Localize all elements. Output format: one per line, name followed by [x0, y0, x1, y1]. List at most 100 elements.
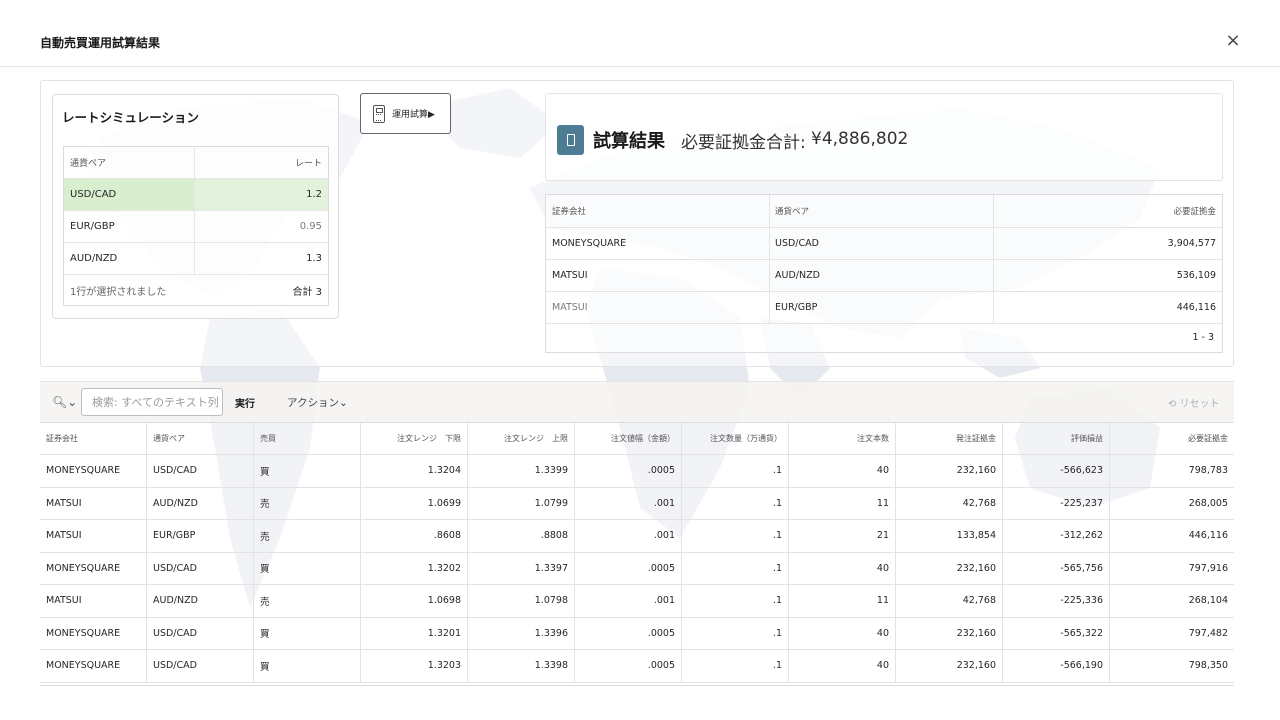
column-header-pair[interactable]: 通貨ペア	[770, 195, 994, 227]
range-high-cell: .8808	[468, 520, 575, 552]
pair-cell: USD/CAD	[147, 617, 254, 649]
rate-row[interactable]: AUD/NZD 1.3	[64, 243, 328, 275]
table-row[interactable]: MONEYSQUARE USD/CAD 買 1.3202 1.3397.0005.1 40…	[40, 552, 1234, 585]
order-count-cell: 40	[789, 455, 896, 487]
required-margin-cell: 446,116	[1188, 530, 1228, 542]
order-width-cell: .0005	[575, 617, 682, 649]
order-margin-cell: 232,160	[896, 552, 1003, 584]
order-margin-cell: 232,160	[896, 650, 1003, 682]
search-input[interactable]	[81, 388, 223, 416]
unrealized-pl-cell: -225,336	[1003, 585, 1110, 617]
range-high-cell: 1.3398	[468, 650, 575, 682]
order-width-cell: .0005	[575, 552, 682, 584]
table-row[interactable]: MONEYSQUARE USD/CAD 買 1.3203 1.3398.0005.1 40…	[40, 650, 1234, 683]
pair-cell: AUD/NZD	[147, 585, 254, 617]
result-summary-card: 試算結果 必要証拠金合計: ¥4,886,802	[545, 93, 1223, 181]
table-row[interactable]: MATSUI EUR/GBP 売 .8608.8808.001.1 21 133,854-…	[40, 520, 1234, 553]
table-row[interactable]: MONEYSQUARE USD/CAD 3,904,577	[546, 228, 1222, 260]
table-row[interactable]: MATSUI AUD/NZD 536,109	[546, 260, 1222, 292]
order-width-cell: .001	[575, 585, 682, 617]
calculator-icon	[373, 104, 385, 123]
column-header-pair[interactable]: 通貨ペア	[64, 147, 195, 178]
column-header-required-margin[interactable]: 必要証拠金	[1110, 423, 1234, 454]
pair-cell: AUD/NZD	[147, 487, 254, 519]
pagination-range: 1 - 3	[1192, 332, 1214, 343]
order-qty-cell: .1	[682, 520, 789, 552]
side-cell: 売	[254, 487, 361, 519]
column-header-broker[interactable]: 証券会社	[40, 423, 147, 454]
result-title: 試算結果	[593, 131, 665, 152]
table-row[interactable]: MATSUI AUD/NZD 売 1.0698 1.0798.001.1 11 42,768…	[40, 585, 1234, 618]
broker-cell: MATSUI	[40, 487, 147, 519]
unrealized-pl-cell: -312,262	[1003, 520, 1110, 552]
pair-cell: EUR/GBP	[770, 292, 994, 323]
rate-row[interactable]: USD/CAD 1.2	[64, 179, 328, 211]
rate-pair-cell[interactable]: USD/CAD	[64, 179, 195, 210]
broker-cell: MONEYSQUARE	[40, 650, 147, 682]
selection-status: 1行が選択されました	[70, 286, 167, 298]
dialog: 自動売買運用試算結果 × レートシミュレーション 通貨ペア レート USD/CA…	[0, 0, 1280, 720]
column-header-order-count[interactable]: 注文本数	[789, 423, 896, 454]
margin-cell: 3,904,577	[1167, 238, 1216, 249]
column-header-pair[interactable]: 通貨ペア	[147, 423, 254, 454]
range-low-cell: 1.0698	[361, 585, 468, 617]
unrealized-pl-cell: -225,237	[1003, 487, 1110, 519]
rate-table-header: 通貨ペア レート	[64, 147, 328, 179]
column-header-margin[interactable]: 必要証拠金	[994, 195, 1222, 227]
required-margin-cell: 798,783	[1188, 465, 1228, 477]
rate-value-cell[interactable]: 0.95	[195, 211, 328, 242]
rate-table: 通貨ペア レート USD/CAD 1.2 EUR/GBP 0.95 AUD/NZ…	[63, 146, 329, 306]
column-header-broker[interactable]: 証券会社	[546, 195, 770, 227]
pair-cell: EUR/GBP	[147, 520, 254, 552]
rate-value-cell[interactable]: 1.3	[195, 243, 328, 274]
range-high-cell: 1.0798	[468, 585, 575, 617]
order-qty-cell: .1	[682, 650, 789, 682]
column-header-rate[interactable]: レート	[195, 147, 328, 178]
broker-cell: MATSUI	[40, 520, 147, 552]
table-row[interactable]: MONEYSQUARE USD/CAD 買 1.3201 1.3396.0005.1 40…	[40, 617, 1234, 650]
column-header-order-width[interactable]: 注文値幅（金額）	[575, 423, 682, 454]
order-qty-cell: .1	[682, 455, 789, 487]
broker-cell: MONEYSQUARE	[40, 552, 147, 584]
column-header-range-high[interactable]: 注文レンジ 上限	[468, 423, 575, 454]
order-count-cell: 21	[789, 520, 896, 552]
rate-pair-cell[interactable]: EUR/GBP	[64, 211, 195, 242]
margin-total-value: ¥4,886,802	[811, 129, 909, 149]
margin-total-label: 必要証拠金合計:	[681, 133, 806, 153]
order-margin-cell: 42,768	[896, 585, 1003, 617]
calculator-icon	[557, 125, 584, 155]
column-header-order-qty[interactable]: 注文数量（万通貨）	[682, 423, 789, 454]
order-count-cell: 40	[789, 650, 896, 682]
actions-menu[interactable]: アクション⌄	[287, 395, 348, 410]
close-icon[interactable]: ×	[1222, 30, 1244, 52]
run-calculation-button[interactable]: 運用試算▶	[360, 93, 451, 134]
column-header-range-low[interactable]: 注文レンジ 下限	[361, 423, 468, 454]
grid-body: MONEYSQUARE USD/CAD 買 1.3204 1.3399.0005.1 40…	[40, 455, 1234, 683]
search-icon[interactable]: 🔍︎⌄	[52, 395, 77, 409]
column-header-order-margin[interactable]: 発注証拠金	[896, 423, 1003, 454]
rate-value-cell[interactable]: 1.2	[195, 179, 328, 210]
table-row[interactable]: MONEYSQUARE USD/CAD 買 1.3204 1.3399.0005.1 40…	[40, 455, 1234, 488]
margin-cell: 446,116	[1176, 302, 1216, 313]
range-high-cell: 1.3397	[468, 552, 575, 584]
table-row[interactable]: MATSUI AUD/NZD 売 1.0699 1.0799.001.1 11 42,768…	[40, 487, 1234, 520]
column-header-side[interactable]: 売買	[254, 423, 361, 454]
pair-cell: USD/CAD	[147, 552, 254, 584]
column-header-unrealized-pl[interactable]: 評価損益	[1003, 423, 1110, 454]
go-button[interactable]: 実行	[235, 395, 255, 410]
rate-row[interactable]: EUR/GBP 0.95	[64, 211, 328, 243]
reset-button[interactable]: ⟲ リセット	[1168, 395, 1220, 410]
order-width-cell: .0005	[575, 455, 682, 487]
table-row[interactable]: MATSUI EUR/GBP 446,116	[546, 292, 1222, 324]
range-high-cell: 1.0799	[468, 487, 575, 519]
broker-cell: MATSUI	[40, 585, 147, 617]
order-qty-cell: .1	[682, 552, 789, 584]
rate-pair-cell[interactable]: AUD/NZD	[64, 243, 195, 274]
range-low-cell: 1.3202	[361, 552, 468, 584]
grid-header: 証券会社 通貨ペア 売買 注文レンジ 下限 注文レンジ 上限 注文値幅（金額） 注文数量（万…	[40, 423, 1234, 455]
order-qty-cell: .1	[682, 487, 789, 519]
order-qty-cell: .1	[682, 617, 789, 649]
range-low-cell: 1.3204	[361, 455, 468, 487]
order-count-cell: 11	[789, 487, 896, 519]
broker-cell: MATSUI	[546, 260, 770, 291]
